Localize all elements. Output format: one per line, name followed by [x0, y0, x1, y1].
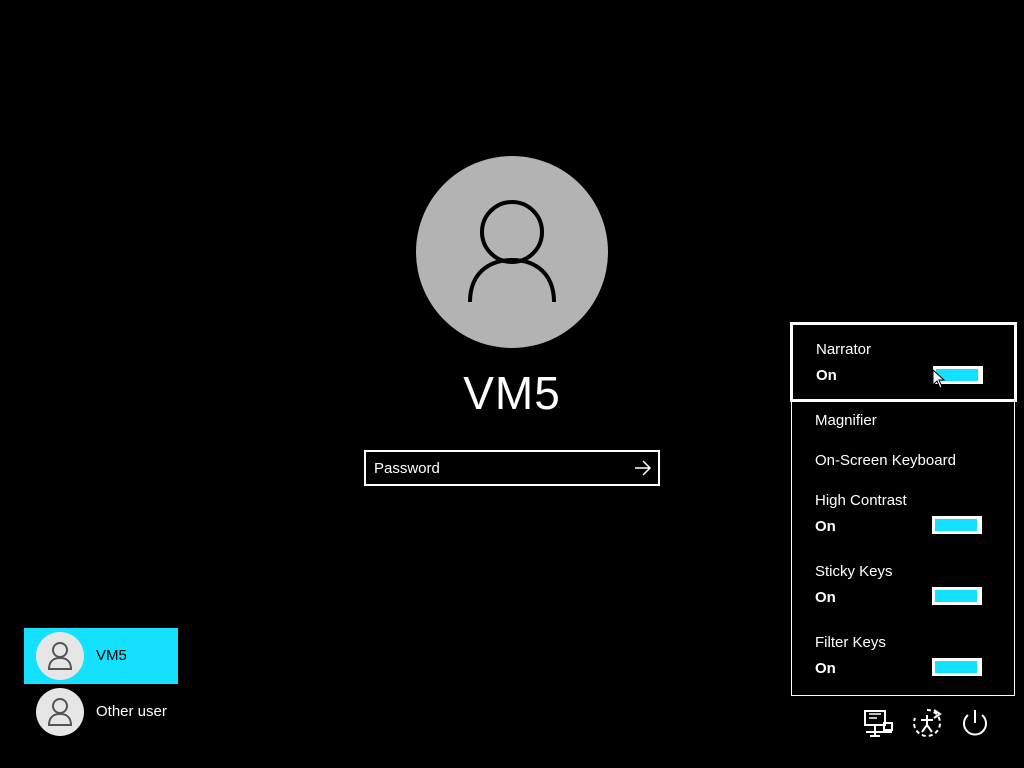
ease-item-on-screen-keyboard[interactable]: On-Screen Keyboard	[792, 443, 1014, 483]
toggle-fill	[935, 661, 977, 673]
ease-item-state: On	[815, 589, 836, 606]
ease-item-label: On-Screen Keyboard	[815, 452, 956, 469]
user-tile-vm5[interactable]: VM5	[24, 628, 178, 684]
user-tile-label: Other user	[96, 703, 167, 720]
toggle-fill	[935, 519, 977, 531]
sticky-keys-toggle[interactable]	[932, 587, 982, 605]
ease-item-state: On	[815, 660, 836, 677]
user-tile-label: VM5	[96, 647, 127, 664]
toggle-knob	[978, 517, 981, 533]
power-icon[interactable]	[958, 706, 992, 740]
ease-item-state: On	[816, 367, 837, 384]
user-icon	[48, 698, 72, 726]
toggle-knob	[978, 659, 981, 675]
ease-item-filter-keys[interactable]: Filter Keys On	[792, 625, 1014, 695]
ease-item-label: Magnifier	[815, 412, 877, 429]
ease-of-access-menu: Narrator On Magnifier On-Screen Keyboard…	[790, 322, 1017, 696]
ease-item-label: High Contrast	[815, 492, 907, 509]
ease-of-access-icon[interactable]	[910, 706, 944, 740]
ease-item-high-contrast[interactable]: High Contrast On	[792, 483, 1014, 553]
ease-item-state: On	[815, 518, 836, 535]
mouse-cursor-icon	[932, 369, 946, 389]
avatar	[36, 688, 84, 736]
ease-item-label: Filter Keys	[815, 634, 886, 651]
ease-item-narrator[interactable]: Narrator On	[790, 322, 1017, 402]
ease-item-sticky-keys[interactable]: Sticky Keys On	[792, 554, 1014, 624]
toggle-knob	[979, 367, 982, 383]
user-tile-other-user[interactable]: Other user	[24, 684, 178, 740]
ease-item-label: Sticky Keys	[815, 563, 893, 580]
password-box	[364, 450, 660, 486]
ease-item-label: Narrator	[816, 341, 872, 358]
user-icon	[468, 200, 556, 303]
ease-item-magnifier[interactable]: Magnifier	[792, 403, 1014, 443]
high-contrast-toggle[interactable]	[932, 516, 982, 534]
password-input[interactable]	[374, 452, 624, 484]
avatar	[36, 632, 84, 680]
submit-arrow-icon[interactable]	[634, 459, 652, 477]
filter-keys-toggle[interactable]	[932, 658, 982, 676]
toggle-knob	[978, 588, 981, 604]
network-icon[interactable]	[862, 706, 896, 740]
user-icon	[48, 642, 72, 670]
user-avatar	[416, 156, 608, 348]
toggle-fill	[935, 590, 977, 602]
